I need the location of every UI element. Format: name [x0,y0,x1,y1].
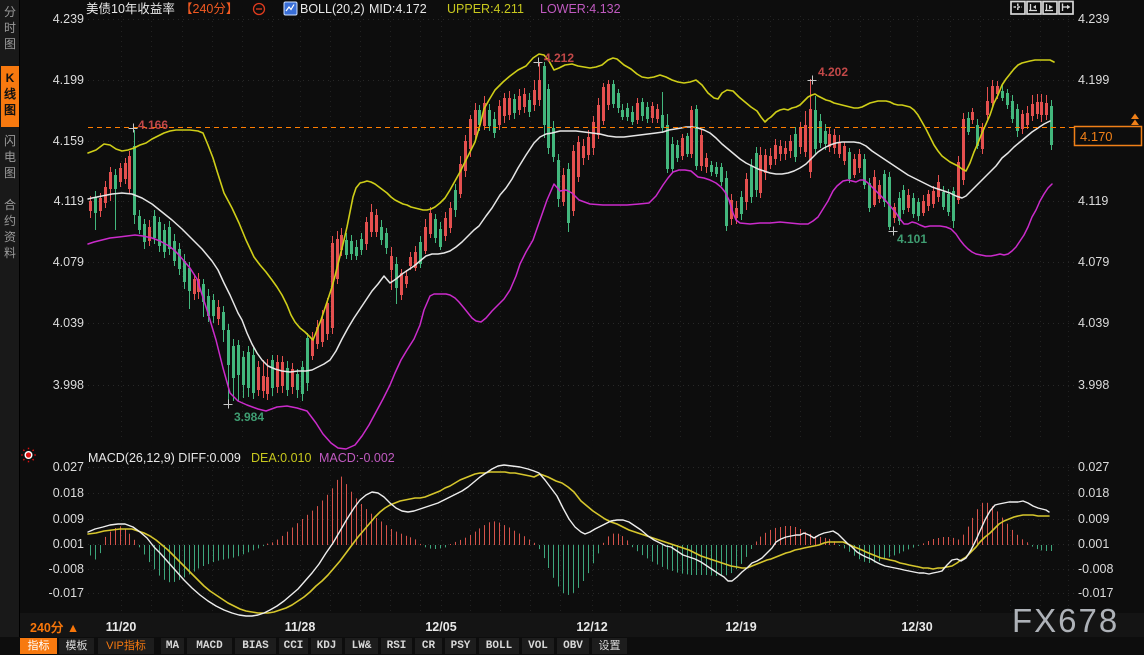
svg-text:4.079: 4.079 [53,255,84,269]
svg-text:4.079: 4.079 [1078,255,1109,269]
svg-text:【240分】: 【240分】 [180,2,238,16]
svg-text:3.998: 3.998 [1078,378,1109,392]
svg-text:UPPER:4.211: UPPER:4.211 [447,2,524,16]
svg-text:4.039: 4.039 [1078,316,1109,330]
svg-text:-0.017: -0.017 [1078,586,1113,600]
svg-text:0.018: 0.018 [53,486,84,500]
svg-text:0.001: 0.001 [53,537,84,551]
svg-text:MACD:-0.002: MACD:-0.002 [319,451,395,465]
svg-text:4.202: 4.202 [818,65,848,79]
svg-text:11/20: 11/20 [106,620,137,634]
svg-text:-0.008: -0.008 [49,562,84,576]
svg-text:美债10年收益率: 美债10年收益率 [86,1,175,16]
svg-text:3.984: 3.984 [234,410,264,424]
svg-text:240分 ▲: 240分 ▲ [30,620,79,635]
svg-text:0.001: 0.001 [1078,537,1109,551]
svg-text:-0.008: -0.008 [1078,562,1113,576]
svg-text:MACD(26,12,9) DIFF:0.009: MACD(26,12,9) DIFF:0.009 [88,451,241,465]
svg-text:4.166: 4.166 [138,118,168,132]
svg-text:0.027: 0.027 [53,460,84,474]
svg-text:0.027: 0.027 [1078,460,1109,474]
svg-text:4.101: 4.101 [897,232,927,246]
svg-text:12/30: 12/30 [901,620,932,634]
svg-text:12/05: 12/05 [425,620,456,634]
svg-text:LOWER:4.132: LOWER:4.132 [540,2,621,16]
svg-text:4.119: 4.119 [1078,194,1108,208]
svg-text:0.009: 0.009 [53,512,84,526]
svg-text:4.239: 4.239 [53,12,84,26]
svg-text:FX678: FX678 [1012,602,1119,639]
svg-text:0.018: 0.018 [1078,486,1109,500]
svg-text:12/12: 12/12 [576,620,607,634]
svg-text:DEA:0.010: DEA:0.010 [251,451,312,465]
svg-text:4.239: 4.239 [1078,12,1109,26]
svg-text:BOLL(20,2): BOLL(20,2) [300,2,365,16]
svg-text:3.998: 3.998 [53,378,84,392]
svg-text:4.170: 4.170 [1080,129,1113,144]
svg-text:4.039: 4.039 [53,316,84,330]
svg-text:0.009: 0.009 [1078,512,1109,526]
svg-text:4.159: 4.159 [53,134,84,148]
svg-text:12/19: 12/19 [725,620,756,634]
svg-text:4.199: 4.199 [1078,73,1109,87]
svg-text:4.119: 4.119 [54,194,84,208]
svg-text:11/28: 11/28 [285,620,316,634]
svg-text:4.212: 4.212 [544,51,574,65]
svg-text:MID:4.172: MID:4.172 [369,2,427,16]
svg-text:-0.017: -0.017 [49,586,84,600]
svg-text:4.199: 4.199 [53,73,84,87]
